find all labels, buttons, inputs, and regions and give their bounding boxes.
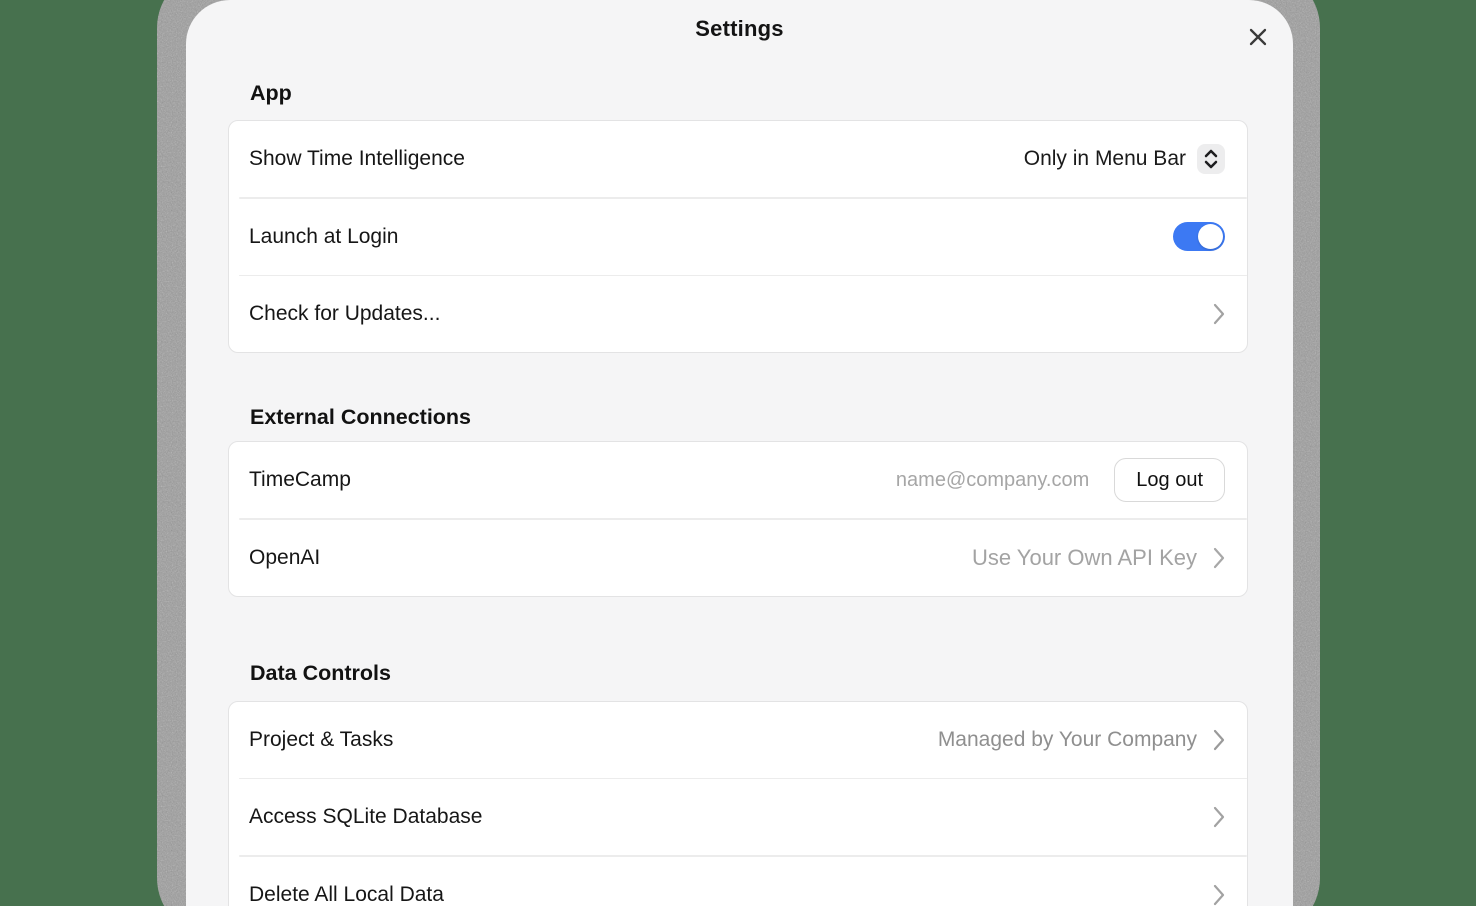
row-project-tasks[interactable]: Project & Tasks Managed by Your Company: [229, 702, 1247, 778]
row-access-sqlite-database[interactable]: Access SQLite Database: [229, 779, 1247, 855]
row-check-for-updates[interactable]: Check for Updates...: [229, 276, 1247, 352]
settings-window: Settings App Show Time Intelligence Only…: [186, 0, 1293, 906]
openai-api-key-value: Use Your Own API Key: [972, 545, 1197, 571]
row-label: Check for Updates...: [249, 302, 440, 326]
chevron-right-icon: [1213, 303, 1225, 325]
chevron-up-down-icon: [1197, 144, 1225, 174]
chevron-right-icon: [1213, 729, 1225, 751]
show-time-intelligence-value: Only in Menu Bar: [1024, 147, 1186, 171]
row-launch-at-login: Launch at Login: [229, 199, 1247, 275]
row-timecamp: TimeCamp name@company.com Log out: [229, 442, 1247, 518]
row-label: Delete All Local Data: [249, 883, 444, 906]
show-time-intelligence-select[interactable]: Only in Menu Bar: [1024, 144, 1225, 174]
chevron-right-icon: [1213, 884, 1225, 906]
row-label: Project & Tasks: [249, 728, 393, 752]
card-external-connections: TimeCamp name@company.com Log out OpenAI…: [228, 441, 1248, 597]
row-label: Access SQLite Database: [249, 805, 482, 829]
row-label: TimeCamp: [249, 468, 351, 492]
close-icon: [1247, 26, 1269, 48]
logout-button[interactable]: Log out: [1114, 458, 1225, 502]
section-heading-external-connections: External Connections: [250, 404, 1248, 430]
settings-content: App Show Time Intelligence Only in Menu …: [228, 80, 1248, 906]
row-openai[interactable]: OpenAI Use Your Own API Key: [229, 520, 1247, 596]
toggle-knob: [1198, 224, 1223, 249]
row-label: OpenAI: [249, 546, 320, 570]
launch-at-login-toggle[interactable]: [1173, 222, 1225, 251]
chevron-right-icon: [1213, 806, 1225, 828]
close-button[interactable]: [1244, 23, 1272, 51]
section-heading-data-controls: Data Controls: [250, 660, 1248, 686]
row-show-time-intelligence: Show Time Intelligence Only in Menu Bar: [229, 121, 1247, 197]
window-title: Settings: [186, 16, 1293, 42]
chevron-right-icon: [1213, 547, 1225, 569]
card-app: Show Time Intelligence Only in Menu Bar …: [228, 120, 1248, 353]
row-delete-all-local-data[interactable]: Delete All Local Data: [229, 857, 1247, 906]
titlebar: Settings: [186, 0, 1293, 60]
row-label: Launch at Login: [249, 225, 398, 249]
card-data-controls: Project & Tasks Managed by Your Company …: [228, 701, 1248, 906]
row-label: Show Time Intelligence: [249, 147, 465, 171]
section-heading-app: App: [250, 80, 1248, 106]
project-tasks-value: Managed by Your Company: [938, 728, 1197, 752]
timecamp-account-email: name@company.com: [896, 469, 1089, 492]
